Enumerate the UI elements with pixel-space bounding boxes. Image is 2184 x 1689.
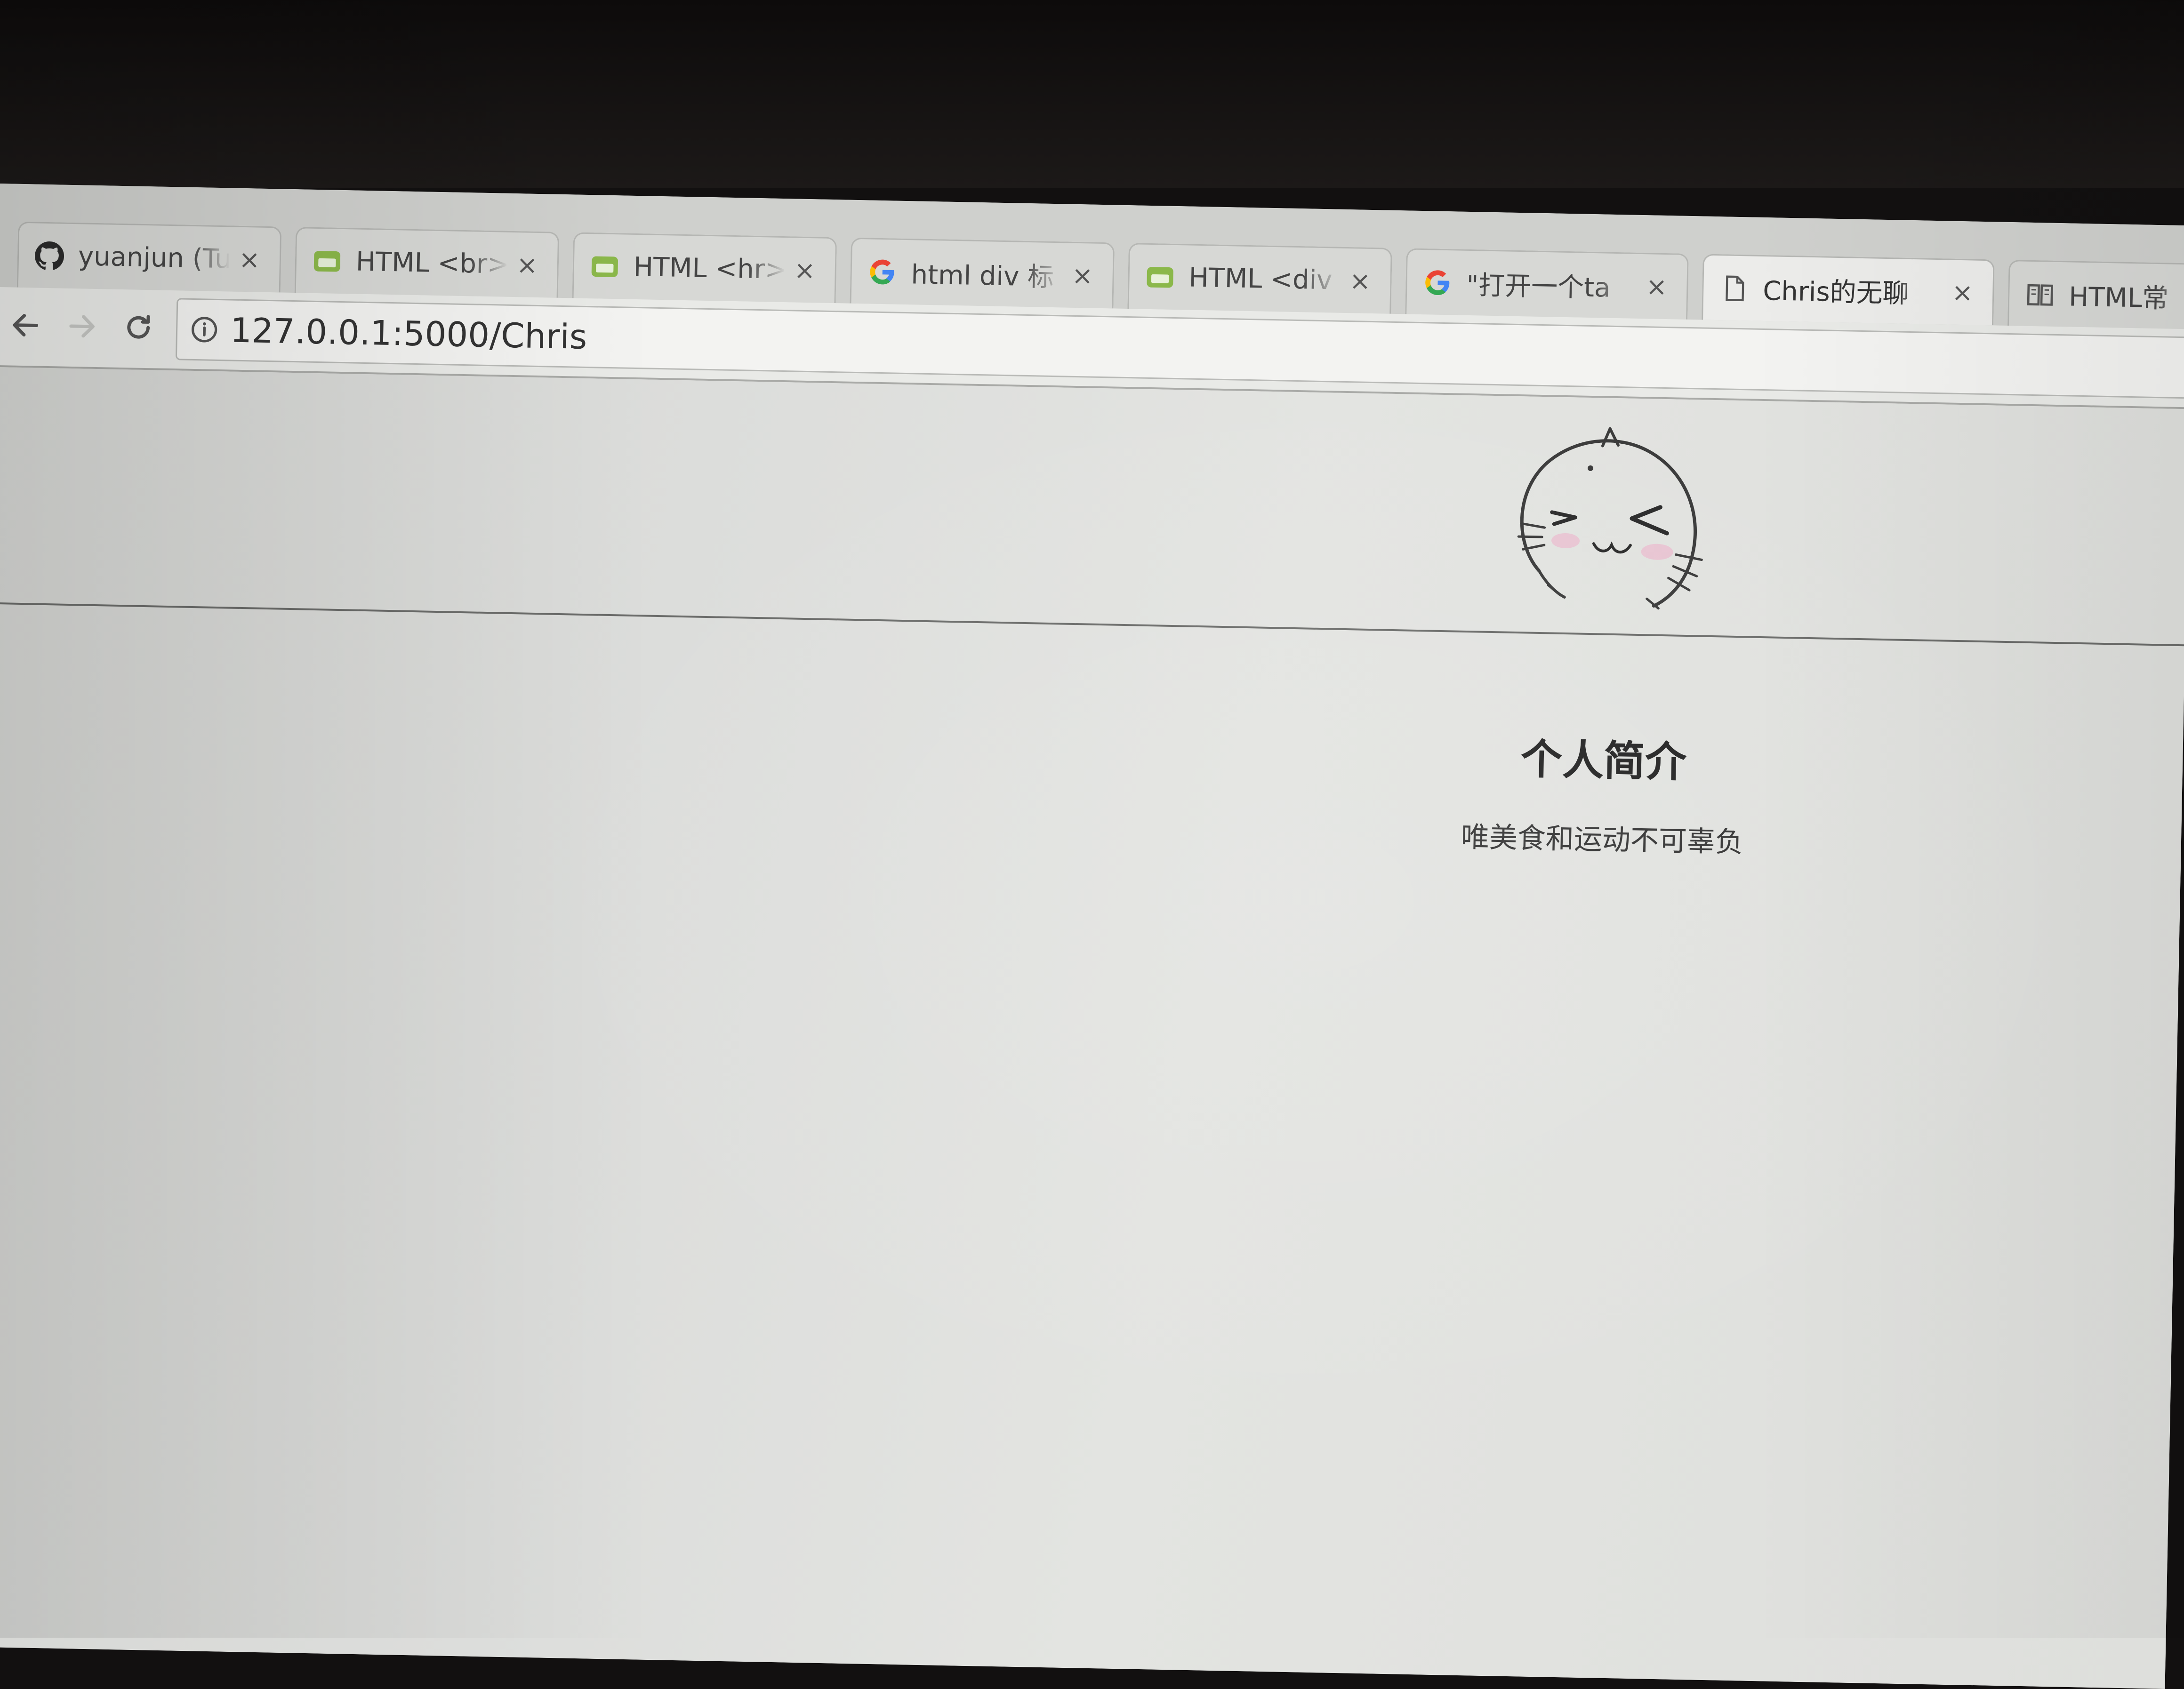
arrow-right-icon	[69, 315, 95, 338]
github-icon	[34, 241, 64, 271]
reload-icon	[127, 315, 150, 339]
reload-button[interactable]	[114, 304, 162, 352]
page-viewport: 个人简介 唯美食和运动不可辜负	[0, 367, 2184, 1689]
tab-title: HTML <hr>	[633, 251, 787, 286]
close-tab-icon[interactable]: ×	[790, 255, 819, 285]
arrow-left-icon	[13, 314, 39, 336]
profile-bio: 唯美食和运动不可辜负	[1461, 820, 1744, 859]
tab-google-open-tab[interactable]: "打开一个ta ×	[1405, 248, 1689, 320]
url-text: 127.0.0.1:5000/Chris	[230, 310, 588, 357]
tab-html-reference[interactable]: HTML常	[2007, 259, 2184, 329]
book-icon	[2025, 279, 2055, 309]
tab-chris-active[interactable]: Chris的无聊 ×	[1702, 254, 1995, 326]
tab-html-hr[interactable]: HTML <hr> ×	[572, 232, 837, 304]
forward-button[interactable]	[58, 302, 106, 350]
monitor-bezel	[0, 0, 2184, 188]
tab-github[interactable]: yuanjun (Tu ×	[16, 221, 282, 293]
runoob-icon	[1145, 262, 1175, 292]
avatar	[1493, 415, 1723, 635]
back-button[interactable]	[1, 301, 49, 349]
cat-avatar-icon	[1517, 427, 1703, 610]
close-tab-icon[interactable]: ×	[1346, 266, 1374, 296]
close-tab-icon[interactable]: ×	[1642, 272, 1671, 302]
google-icon	[1423, 268, 1453, 297]
tab-title: Chris的无聊	[1762, 275, 1910, 309]
tab-title: html div 标	[911, 259, 1054, 293]
tab-html-div[interactable]: HTML <div ×	[1127, 243, 1392, 314]
tab-title: HTML常	[2068, 281, 2169, 314]
close-tab-icon[interactable]: ×	[1948, 278, 1977, 308]
tab-html-br[interactable]: HTML <br> ×	[294, 227, 560, 298]
tab-title: "打开一个ta	[1466, 270, 1611, 304]
tab-google-html-div[interactable]: html div 标 ×	[850, 237, 1115, 309]
tab-title: HTML <div	[1188, 262, 1333, 296]
header-divider	[0, 602, 2184, 647]
runoob-icon	[590, 252, 619, 281]
runoob-icon	[312, 246, 342, 276]
document-icon	[1719, 273, 1749, 303]
close-tab-icon[interactable]: ×	[513, 250, 541, 280]
close-tab-icon[interactable]: ×	[235, 245, 264, 275]
browser-window: yuanjun (Tu × HTML <br> × HTML <hr> × ht…	[0, 184, 2184, 1689]
info-icon[interactable]	[190, 315, 219, 344]
tab-title: HTML <br>	[355, 246, 509, 280]
tab-title: yuanjun (Tu	[78, 241, 231, 275]
close-tab-icon[interactable]: ×	[1068, 261, 1097, 291]
profile-title: 个人简介	[1520, 735, 1687, 787]
google-icon	[867, 257, 897, 287]
